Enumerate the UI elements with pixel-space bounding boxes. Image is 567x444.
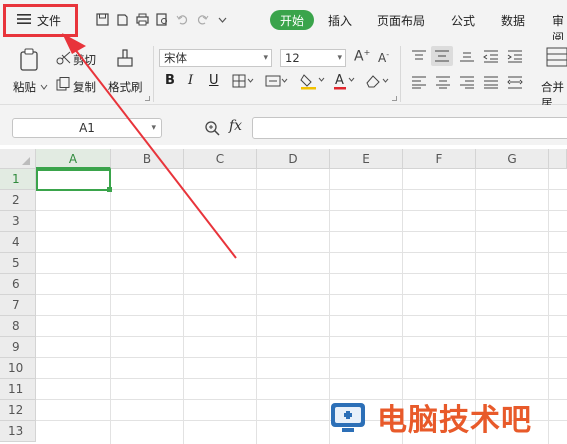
watermark: 电脑技术吧: [325, 395, 532, 439]
watermark-logo-icon: [325, 397, 371, 438]
annotation-arrow: [62, 33, 237, 259]
watermark-text: 电脑技术吧: [377, 403, 532, 438]
